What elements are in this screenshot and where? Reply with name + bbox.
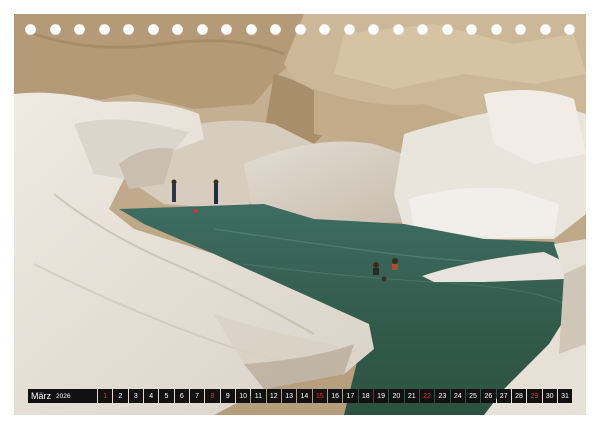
calendar-day: 2 (113, 389, 128, 403)
calendar-day: 25 (465, 389, 481, 403)
binding-hole (294, 24, 306, 35)
calendar-day: 16 (327, 389, 343, 403)
calendar-day: 20 (389, 389, 404, 403)
binding-hole (441, 24, 453, 35)
binding-hole (147, 24, 159, 35)
calendar-day: 27 (496, 389, 511, 403)
calendar-day: 13 (281, 389, 297, 403)
calendar-day: 8 (205, 389, 220, 403)
calendar-day: 26 (481, 389, 496, 403)
calendar-day: 22 (419, 389, 435, 403)
calendar-day: 24 (450, 389, 465, 403)
binding-hole (368, 24, 379, 35)
binding-hole (196, 24, 208, 35)
binding-hole (245, 24, 257, 35)
calendar-day: 5 (159, 389, 174, 403)
calendar-day: 21 (404, 389, 419, 403)
calendar-day: 7 (189, 389, 205, 403)
calendar-day: 9 (220, 389, 235, 403)
calendar-day: 10 (235, 389, 251, 403)
calendar-day: 11 (251, 389, 266, 403)
binding-hole (539, 24, 551, 35)
calendar-day: 29 (527, 389, 542, 403)
binding-hole (98, 24, 110, 35)
month-name: März (31, 391, 51, 401)
calendar-day: 15 (312, 389, 327, 403)
binding-hole (466, 24, 477, 35)
binding-hole (49, 24, 61, 35)
calendar-day: 17 (343, 389, 358, 403)
calendar-day: 31 (557, 389, 573, 403)
binding-hole (343, 24, 355, 35)
landscape-illustration (14, 14, 586, 415)
calendar-bar: März 2026 1 2 3 4 5 6 7 8 9 10 11 12 13 14 15 16 17 18 19 2… (28, 389, 573, 403)
calendar-day: 18 (358, 389, 373, 403)
binding-hole (564, 24, 575, 35)
wadi-photo (14, 14, 586, 415)
calendar-page: März 2026 1 2 3 4 5 6 7 8 9 10 11 12 13 14 15 16 17 18 19 2… (0, 0, 600, 431)
binding-hole (392, 24, 404, 35)
calendar-day: 14 (297, 389, 312, 403)
calendar-day: 4 (143, 389, 159, 403)
calendar-day: 12 (266, 389, 281, 403)
calendar-day: 19 (373, 389, 389, 403)
binding-hole (123, 24, 134, 35)
month-label: März 2026 (28, 389, 97, 403)
binding-holes (0, 24, 600, 38)
calendar-day: 28 (511, 389, 527, 403)
binding-hole (515, 24, 526, 35)
binding-hole (172, 24, 183, 35)
calendar-day: 6 (174, 389, 189, 403)
calendar-day: 30 (542, 389, 557, 403)
binding-hole (25, 24, 36, 35)
binding-hole (221, 24, 232, 35)
binding-hole (74, 24, 85, 35)
year: 2026 (56, 392, 71, 400)
calendar-day: 23 (435, 389, 450, 403)
calendar-day: 3 (128, 389, 143, 403)
binding-hole (417, 24, 428, 35)
binding-hole (270, 24, 281, 35)
binding-hole (319, 24, 330, 35)
calendar-day: 1 (98, 389, 113, 403)
binding-hole (490, 24, 502, 35)
